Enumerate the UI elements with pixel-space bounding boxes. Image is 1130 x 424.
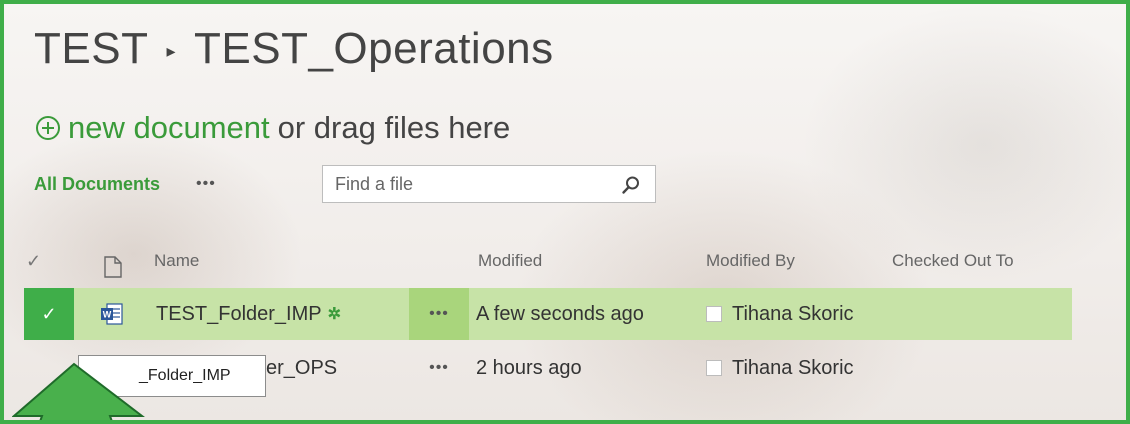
presence-icon	[706, 360, 722, 376]
new-document-bar: new document or drag files here	[36, 110, 510, 146]
ellipsis-icon: •••	[429, 359, 449, 376]
modified-by-cell: Tihana Skoric	[706, 288, 854, 340]
presence-icon	[706, 306, 722, 322]
breadcrumb-site[interactable]: TEST	[34, 24, 148, 74]
table-row[interactable]: ✓ W TEST_Folder_IMP ✲ ••• A few seconds …	[24, 288, 1072, 340]
modified-by-name[interactable]: Tihana Skoric	[732, 357, 854, 380]
search-icon[interactable]	[621, 175, 641, 195]
row-more-button[interactable]: •••	[409, 342, 469, 394]
search-box[interactable]	[322, 165, 656, 203]
add-circle-icon[interactable]	[36, 116, 60, 140]
document-type-icon	[104, 256, 122, 278]
file-name-cell: er_OPS	[266, 342, 337, 394]
column-header-checked-out-to[interactable]: Checked Out To	[892, 244, 1014, 278]
row-more-button[interactable]: •••	[409, 288, 469, 340]
modified-by-cell: Tihana Skoric	[706, 342, 854, 394]
modified-cell: 2 hours ago	[476, 356, 582, 379]
word-document-icon: W	[101, 303, 123, 325]
modified-by-name[interactable]: Tihana Skoric	[732, 303, 854, 326]
file-name-link[interactable]: TEST_Folder_IMP	[156, 303, 322, 326]
search-input[interactable]	[323, 172, 607, 196]
select-all-checkmark-icon[interactable]: ✓	[26, 244, 50, 278]
column-header-name[interactable]: Name	[154, 244, 199, 278]
drag-files-hint: or drag files here	[277, 110, 511, 145]
ellipsis-icon: •••	[429, 305, 449, 322]
row-checkmark-icon[interactable]: ✓	[24, 288, 74, 340]
view-bar: All Documents •••	[34, 164, 216, 204]
view-more-ellipsis-icon[interactable]: •••	[196, 175, 216, 193]
file-name-link[interactable]: er_OPS	[266, 357, 337, 380]
new-document-link[interactable]: new document	[68, 110, 270, 146]
view-all-documents[interactable]: All Documents	[34, 174, 160, 195]
column-header-modified-by[interactable]: Modified By	[706, 244, 795, 278]
file-name-cell: TEST_Folder_IMP ✲	[156, 288, 341, 340]
breadcrumb-separator-icon: ▸	[166, 40, 176, 61]
document-library-frame: TEST ▸ TEST_Operations new document or d…	[0, 0, 1130, 424]
breadcrumb-library: TEST_Operations	[194, 24, 554, 73]
svg-text:W: W	[103, 310, 112, 320]
breadcrumb: TEST ▸ TEST_Operations	[34, 24, 554, 74]
pointer-arrow-icon	[12, 362, 145, 420]
modified-cell: A few seconds ago	[476, 302, 644, 325]
column-header-modified[interactable]: Modified	[478, 244, 542, 278]
new-item-icon: ✲	[327, 306, 342, 323]
